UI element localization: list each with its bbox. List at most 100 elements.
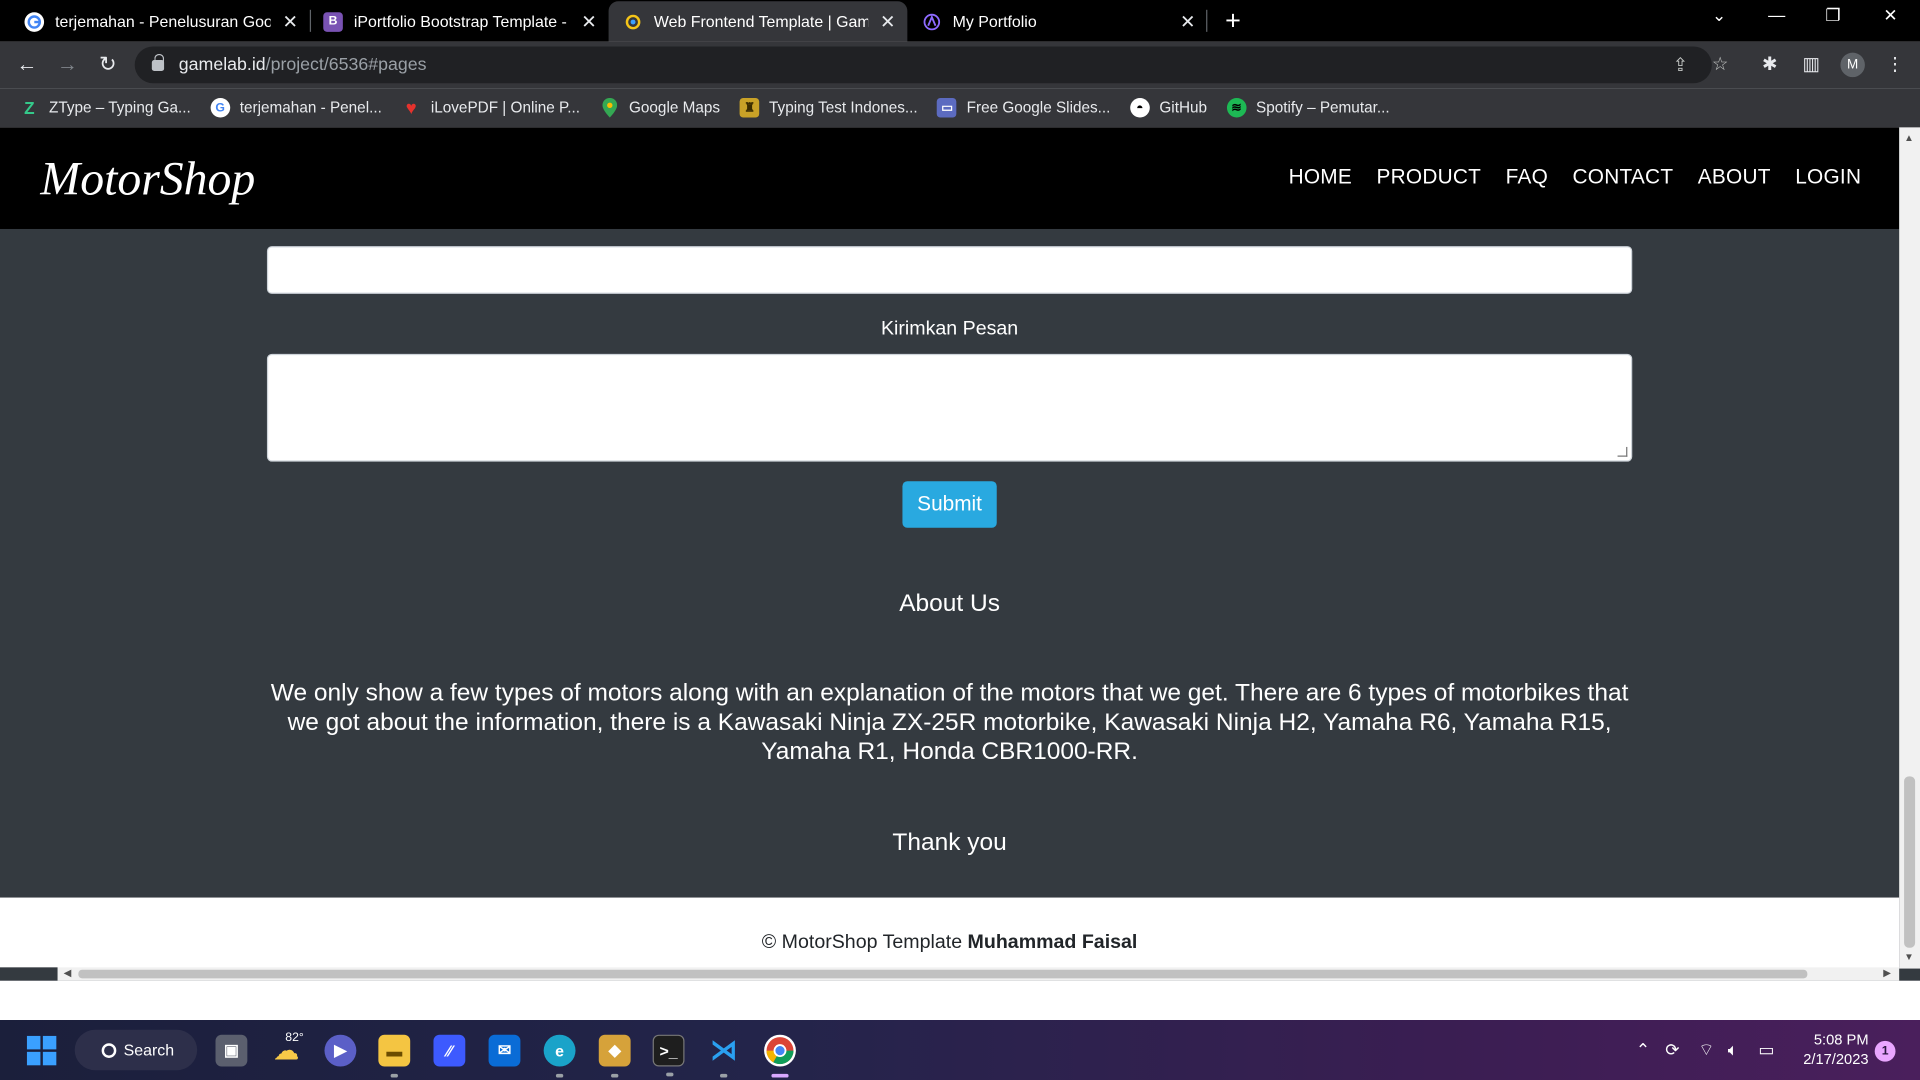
contact-text-input[interactable] [266,246,1633,294]
nav-faq[interactable]: FAQ [1506,165,1548,189]
bookmark-ztype[interactable]: Z ZType – Typing Ga... [20,98,191,118]
site-brand-logo[interactable]: MotorShop [40,152,255,207]
new-tab-plus-icon[interactable]: + [1220,7,1247,34]
package-app-icon[interactable]: ◆ [598,1034,631,1078]
tab-divider [1206,9,1208,32]
bookmark-spotify[interactable]: ≋ Spotify – Pemutar... [1226,97,1390,118]
vertical-scrollbar[interactable]: ▲ ▼ [1899,127,1920,969]
nav-about[interactable]: ABOUT [1698,165,1771,189]
typing-test-icon: ♜ [739,97,760,118]
profile-avatar[interactable]: M [1840,52,1865,78]
page-bottom-gap [0,980,1920,1021]
vertical-scroll-thumb[interactable] [1904,776,1916,948]
terminal-icon[interactable]: >_ [652,1034,685,1077]
teams-chat-icon[interactable]: ▶ [324,1034,357,1067]
horizontal-scrollbar[interactable]: ◀ ▶ [0,967,1900,981]
window-close-icon[interactable]: ✕ [1872,5,1909,26]
nav-login[interactable]: LOGIN [1795,165,1861,189]
footer-author: Muhammad Faisal [967,931,1138,953]
portfolio-icon [922,12,942,32]
about-heading: About Us [899,590,1000,618]
close-icon[interactable]: ✕ [878,10,898,33]
github-icon: ◓ [1130,97,1150,118]
scrollbar-corner [0,967,58,981]
volume-icon[interactable]: 🔈︎ [1728,1040,1738,1061]
side-panel-icon[interactable]: ▥ [1802,53,1819,75]
extensions-puzzle-icon[interactable]: ✱ [1762,53,1777,75]
tab-title: Web Frontend Template | Gamela [653,12,869,31]
reload-icon[interactable]: ↻ [94,51,121,78]
gamelab-icon [623,12,643,32]
tab-my-portfolio[interactable]: My Portfolio ✕ [907,1,1207,41]
scroll-up-arrow-icon[interactable]: ▲ [1904,132,1914,143]
tab-google-search[interactable]: terjemahan - Penelusuran Googl ✕ [10,1,310,41]
vscode-icon[interactable]: ⋊ [708,1035,740,1078]
thank-you-text: Thank you [892,828,1007,856]
tab-iportfolio[interactable]: B iPortfolio Bootstrap Template - In ✕ [309,1,609,41]
back-arrow-icon[interactable]: ← [13,51,40,78]
footer-copyright: © MotorShop Template Muhammad Faisal [761,931,1138,953]
taskbar-clock[interactable]: 5:08 PM 2/17/2023 [1795,1030,1868,1069]
site-navbar: MotorShop HOME PRODUCT FAQ CONTACT ABOUT… [0,127,1900,229]
browser-tab-strip: terjemahan - Penelusuran Googl ✕ B iPort… [0,0,1920,42]
bootstrap-icon: B [323,11,343,32]
tray-chevron-up-icon[interactable]: ⌃ [1636,1040,1650,1061]
address-bar[interactable]: gamelab.id/project/6536#pages ⇪ ☆ [134,46,1728,84]
bookmark-typing-test[interactable]: ♜ Typing Test Indones... [739,97,918,118]
slides-icon: ▭ [937,97,957,118]
nav-contact[interactable]: CONTACT [1573,165,1674,189]
search-icon [101,1042,117,1058]
taskbar-search[interactable]: Search [74,1029,198,1071]
close-icon[interactable]: ✕ [1178,10,1198,33]
tab-title: My Portfolio [952,12,1037,31]
scroll-left-arrow-icon[interactable]: ◀ [64,967,72,978]
clock-time: 5:08 PM [1813,1031,1869,1049]
restore-icon[interactable]: ❐ [1815,5,1852,26]
horizontal-scroll-thumb[interactable] [78,969,1808,979]
chrome-icon[interactable] [764,1034,796,1078]
page-viewport: MotorShop HOME PRODUCT FAQ CONTACT ABOUT… [0,127,1920,981]
resize-handle-icon[interactable] [1617,446,1628,457]
weather-temperature: 82° [285,1031,304,1045]
notification-badge[interactable]: 1 [1874,1040,1896,1062]
tab-gamelab[interactable]: Web Frontend Template | Gamela ✕ [608,1,908,42]
minimize-icon[interactable]: — [1758,5,1795,25]
submit-button[interactable]: Submit [902,481,997,528]
google-icon [24,11,45,32]
close-icon[interactable]: ✕ [579,10,599,33]
ztype-icon: Z [24,97,35,118]
site-menu: HOME PRODUCT FAQ CONTACT ABOUT LOGIN [1289,165,1862,189]
battery-icon[interactable]: ▭ [1758,1040,1774,1061]
url-text: gamelab.id/project/6536#pages [178,55,427,75]
tab-title: terjemahan - Penelusuran Googl [55,12,271,31]
spotify-icon: ≋ [1226,97,1247,118]
bookmark-google[interactable]: Gterjemahan - Penel... [210,97,382,118]
sync-icon[interactable]: ⟳ [1665,1040,1679,1061]
task-view-icon[interactable]: ▣ [215,1034,248,1067]
windows-taskbar: Search ▣ ☁ ▶ ▬ ∕∕ ✉ e ◆ >_ ⋊ ⌃ ⟳ ⌔ 🔈︎ ▭ … [0,1020,1920,1080]
nav-product[interactable]: PRODUCT [1376,165,1481,189]
bookmark-star-icon[interactable]: ☆ [1712,53,1728,75]
share-icon[interactable]: ⇪ [1673,54,1688,76]
ilovepdf-icon: ♥ [405,97,417,119]
tab-search-chevron-icon[interactable]: ⌄ [1701,5,1738,26]
file-explorer-icon[interactable]: ▬ [378,1034,411,1078]
scroll-down-arrow-icon[interactable]: ▼ [1904,951,1914,962]
more-menu-icon[interactable]: ⋮ [1886,53,1904,75]
message-textarea[interactable] [266,353,1633,462]
bookmark-google-slides[interactable]: ▭ Free Google Slides... [937,97,1110,118]
bookmark-ilovepdf[interactable]: ♥ iLovePDF | Online P... [401,97,580,119]
windows-start-icon[interactable] [26,1035,57,1066]
edge-icon[interactable]: e [543,1034,576,1078]
scroll-right-arrow-icon[interactable]: ▶ [1883,967,1891,978]
wifi-icon[interactable]: ⌔ [1698,1040,1714,1062]
message-label: Kirimkan Pesan [880,318,1019,340]
whiteboard-icon[interactable]: ∕∕ [433,1034,466,1067]
forward-arrow-icon[interactable]: → [54,51,81,78]
lock-icon [151,53,165,71]
mail-icon[interactable]: ✉ [488,1034,521,1067]
nav-home[interactable]: HOME [1289,165,1352,189]
close-icon[interactable]: ✕ [280,10,300,33]
bookmark-google-maps[interactable]: Google Maps [600,97,720,118]
bookmark-github[interactable]: ◓ GitHub [1130,97,1207,118]
